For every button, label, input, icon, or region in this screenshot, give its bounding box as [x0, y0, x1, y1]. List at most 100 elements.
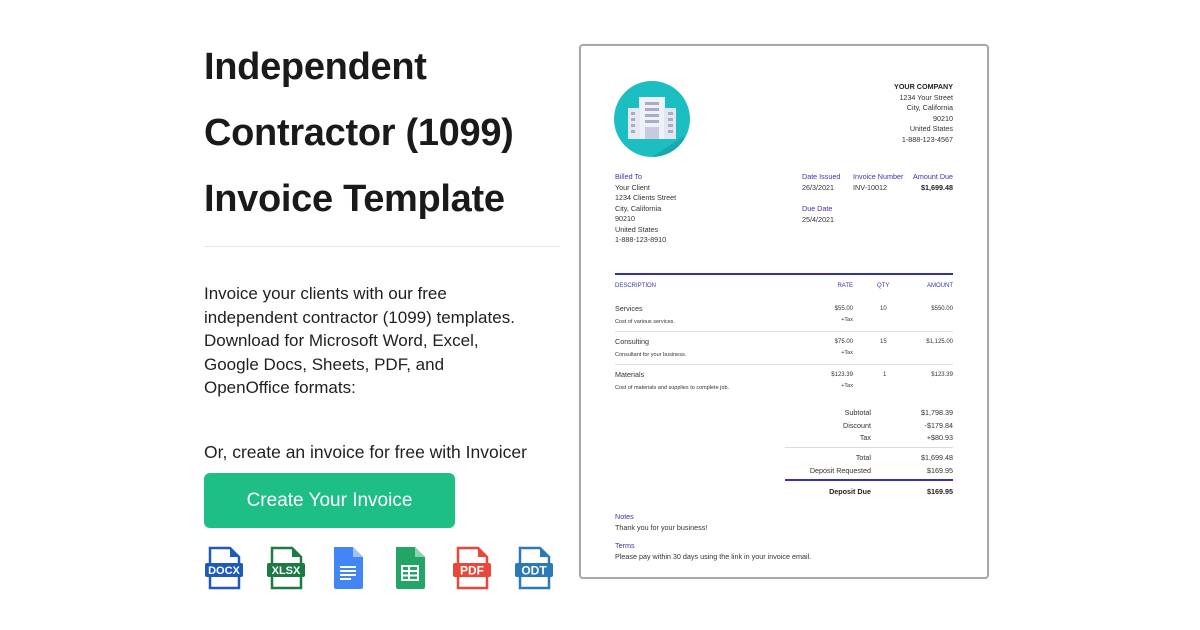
item-amount: $550.00 [931, 306, 953, 312]
billed-to: Billed To Your Client 1234 Clients Stree… [615, 172, 765, 246]
discount-label: Discount [843, 420, 871, 430]
discount-value: -$179.84 [924, 420, 953, 430]
item-qty: 15 [880, 339, 887, 345]
client-phone: 1-888-123-8910 [615, 235, 667, 244]
client-street: 1234 Clients Street [615, 193, 677, 202]
item-amount: $1,125.00 [926, 339, 953, 345]
subtotal-label: Subtotal [844, 408, 871, 417]
client-city: City, California [615, 203, 662, 213]
date-issued: Date Issued 26/3/2021 [802, 172, 840, 193]
client-name: Your Client [615, 182, 650, 192]
download-google-docs[interactable] [328, 546, 390, 592]
item-tax: +Tax [841, 383, 853, 389]
title-line: Invoice Template [204, 178, 505, 220]
title-line: Contractor (1099) [204, 112, 514, 154]
svg-text:DOCX: DOCX [208, 565, 240, 577]
terms-text: Please pay within 30 days using the link… [615, 551, 812, 561]
item-rate: $75.00 [834, 339, 853, 345]
odt-file-icon: ODT [515, 546, 553, 590]
deposit-requested-label: Deposit Requested [809, 465, 871, 475]
pdf-file-icon: PDF [453, 546, 491, 590]
item-detail: Consultant for your business. [615, 352, 687, 358]
company-street: 1234 Your Street [899, 92, 953, 102]
download-pdf[interactable]: PDF [452, 546, 514, 592]
row-divider [615, 364, 953, 365]
terms: Terms Please pay within 30 days using th… [615, 541, 811, 562]
company-phone: 1-888-123-4567 [901, 134, 953, 144]
invoice-number: Invoice Number INV-10012 [853, 172, 903, 193]
total-label: Total [855, 453, 871, 462]
totals-labels: Subtotal Discount Tax [785, 407, 871, 445]
title-line: Independent [204, 46, 427, 88]
company-city: City, California [906, 103, 953, 112]
notes-label: Notes [615, 512, 634, 521]
item-qty: 1 [883, 372, 887, 378]
company-zip: 90210 [933, 113, 953, 123]
divider [204, 246, 560, 247]
deposit-due-label: Deposit Due [829, 487, 871, 496]
google-docs-icon [334, 547, 363, 589]
due-date: Due Date 25/4/2021 [802, 204, 834, 225]
invoice-preview: YOUR COMPANY 1234 Your Street City, Cali… [579, 44, 989, 579]
invoice-number-label: Invoice Number [853, 172, 904, 181]
company-name: YOUR COMPANY [894, 82, 953, 91]
client-zip: 90210 [615, 214, 635, 223]
deposit-requested-value: $169.95 [927, 465, 953, 475]
amount-due-value: $1,699.48 [921, 182, 953, 192]
item-detail: Cost of materials and supplies to comple… [615, 385, 730, 391]
total-value: $1,699.48 [921, 453, 953, 462]
item-tax: +Tax [841, 350, 853, 356]
total-labels: Total Deposit Requested [785, 452, 871, 477]
svg-text:PDF: PDF [460, 564, 484, 578]
item-name: Consulting [615, 337, 649, 346]
due-date-value: 25/4/2021 [802, 214, 834, 224]
due-date-label: Due Date [802, 204, 833, 213]
amount-due: Amount Due $1,699.48 [913, 172, 953, 193]
item-tax: +Tax [841, 317, 853, 323]
item-rate: $55.00 [834, 306, 853, 312]
cta-text: Or, create an invoice for free with Invo… [204, 442, 527, 462]
page-title: Independent Contractor (1099) Invoice Te… [204, 34, 574, 232]
notes-text: Thank you for your business! [615, 522, 708, 532]
item-detail: Cost of various services. [615, 319, 675, 325]
col-description: DESCRIPTION [615, 283, 657, 289]
download-odt[interactable]: ODT [514, 546, 576, 592]
totals-values: $1,798.39 -$179.84 +$80.93 [921, 407, 953, 445]
download-xlsx[interactable]: XLSX [266, 546, 328, 592]
col-amount: AMOUNT [927, 283, 953, 289]
total-values: $1,699.48 $169.95 [921, 452, 953, 477]
download-docx[interactable]: DOCX [204, 546, 266, 592]
totals-divider [785, 447, 953, 448]
billed-to-label: Billed To [615, 172, 643, 181]
date-issued-label: Date Issued [802, 172, 841, 181]
subtotal-value: $1,798.39 [921, 408, 953, 417]
tax-label: Tax [859, 433, 871, 442]
company-logo [614, 81, 690, 157]
col-rate: RATE [837, 283, 853, 289]
building-icon [628, 97, 684, 157]
invoice-number-value: INV-10012 [853, 182, 887, 192]
description: Invoice your clients with our free indep… [204, 284, 515, 397]
svg-text:XLSX: XLSX [272, 565, 301, 577]
company-info: YOUR COMPANY 1234 Your Street City, Cali… [803, 82, 953, 145]
tax-value: +$80.93 [926, 433, 953, 442]
row-divider [615, 331, 953, 332]
create-invoice-button[interactable]: Create Your Invoice [204, 473, 455, 528]
xlsx-file-icon: XLSX [267, 546, 305, 590]
amount-due-label: Amount Due [913, 172, 953, 181]
item-qty: 10 [880, 306, 887, 312]
item-name: Services [615, 304, 643, 313]
download-formats: DOCX XLSX PDF ODT [204, 546, 576, 592]
col-qty: QTY [877, 283, 890, 289]
deposit-rule [785, 479, 953, 481]
item-name: Materials [615, 370, 645, 379]
terms-label: Terms [615, 541, 635, 550]
client-country: United States [615, 224, 659, 234]
item-rate: $123.39 [831, 372, 853, 378]
notes: Notes Thank you for your business! [615, 512, 707, 533]
table-top-rule [615, 273, 953, 275]
download-google-sheets[interactable] [390, 546, 452, 592]
item-amount: $123.39 [931, 372, 953, 378]
deposit-due-value: $169.95 [927, 487, 953, 496]
docx-file-icon: DOCX [205, 546, 243, 590]
